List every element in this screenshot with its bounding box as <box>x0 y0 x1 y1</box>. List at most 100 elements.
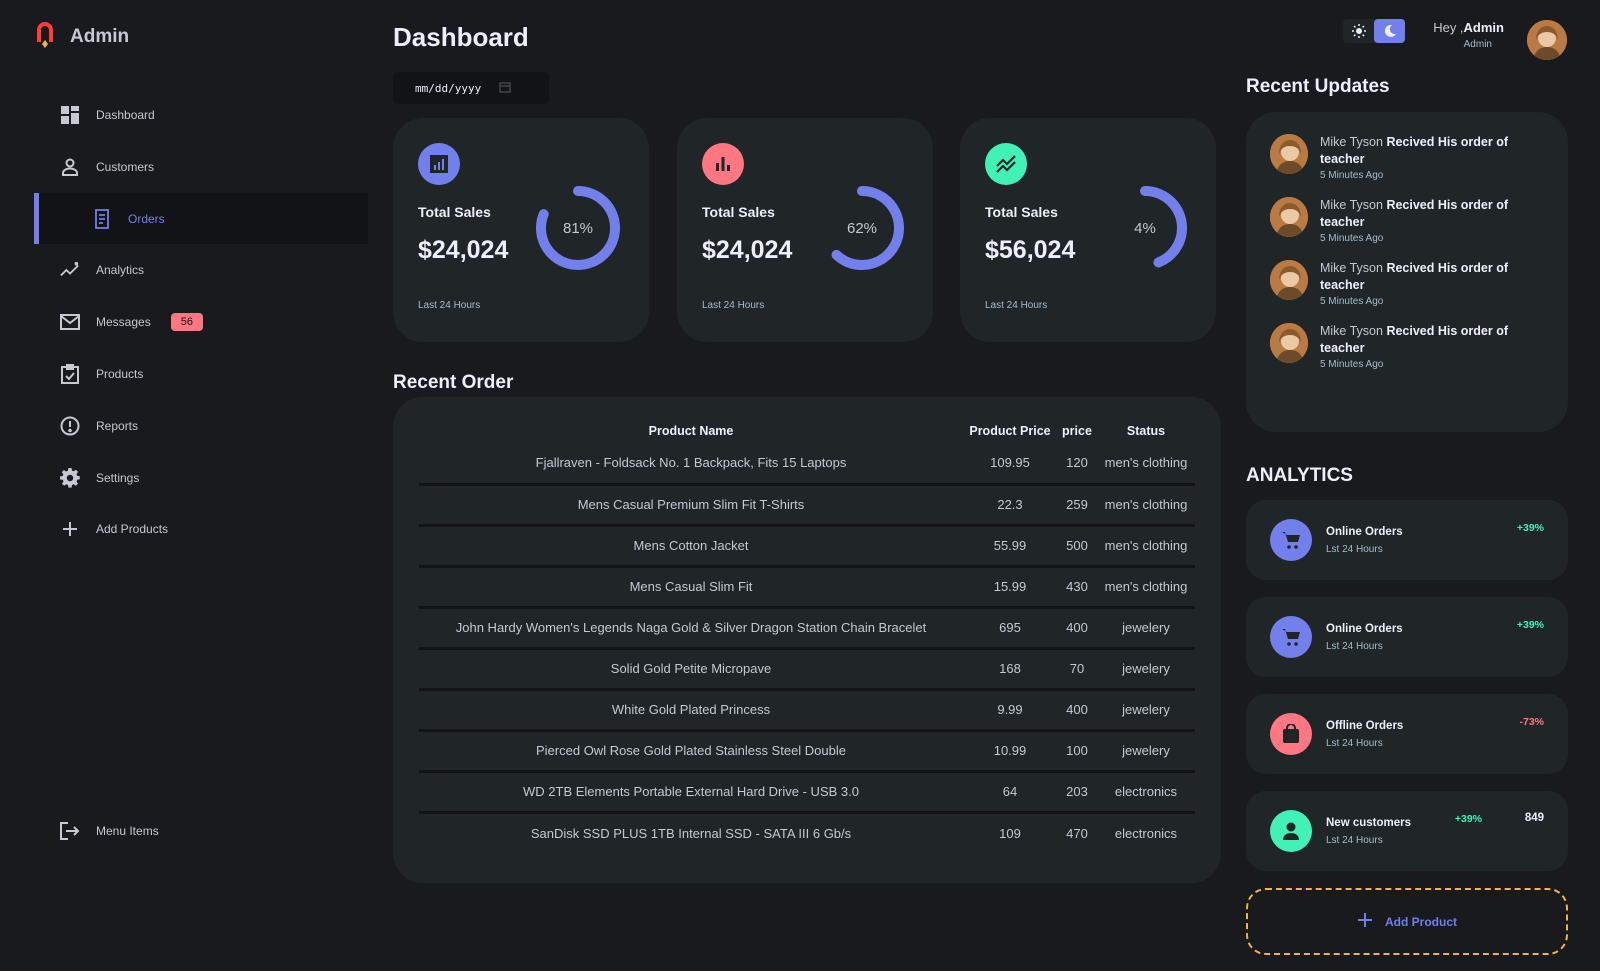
card-percent: 4% <box>1134 219 1156 237</box>
sidebar-item-label: Dashboard <box>96 107 155 122</box>
table-row[interactable]: White Gold Plated Princess 9.99 400 jeweler… <box>419 689 1195 732</box>
update-time: 5 Minutes Ago <box>1319 170 1384 181</box>
avatar <box>1270 323 1308 363</box>
sales-card: Total Sales $56,024 4% Last 24 Hours <box>960 118 1216 342</box>
recent-updates-title: Recent Updates <box>1246 76 1390 97</box>
card-foot: Last 24 Hours <box>418 300 481 311</box>
status-cell: men's clothing <box>1097 566 1195 609</box>
price-cell: 120 <box>1057 443 1097 486</box>
analytics-card-percent: +39% <box>1516 522 1544 534</box>
product-name-cell: John Hardy Women's Legends Naga Gold & S… <box>419 607 963 650</box>
status-cell: jewelery <box>1097 648 1195 691</box>
product-name-cell: Fjallraven - Foldsack No. 1 Backpack, Fi… <box>419 443 963 486</box>
table-row[interactable]: Mens Casual Slim Fit 15.99 430 men's clothi… <box>419 566 1195 609</box>
brand[interactable]: Admin <box>34 20 129 53</box>
status-cell: jewelery <box>1097 689 1195 732</box>
price-cell: 430 <box>1057 566 1097 609</box>
status-cell: men's clothing <box>1097 525 1195 568</box>
update-user-name: Mike Tyson <box>1319 261 1383 275</box>
cart-icon <box>1270 519 1312 561</box>
analytics-card[interactable]: Online Orders Lst 24 Hours +39% <box>1246 597 1568 677</box>
sidebar-item-messages[interactable]: Messages 56 <box>34 296 368 347</box>
calendar-icon[interactable] <box>499 81 511 96</box>
insights-icon <box>60 260 80 280</box>
sidebar-item-products[interactable]: Products <box>34 348 368 399</box>
update-text: Mike Tyson Recived His order of teacher <box>1320 197 1544 231</box>
table-row[interactable]: Mens Casual Premium Slim Fit T-Shirts 22.… <box>419 484 1195 527</box>
update-user-name: Mike Tyson <box>1319 135 1383 149</box>
avatar[interactable] <box>1527 20 1567 60</box>
table-row[interactable]: SanDisk SSD PLUS 1TB Internal SSD - SATA… <box>419 812 1195 853</box>
avatar <box>1270 260 1308 300</box>
status-cell: jewelery <box>1097 730 1195 773</box>
product-name-cell: White Gold Plated Princess <box>419 689 963 732</box>
mail-icon <box>60 312 80 332</box>
price-cell: 400 <box>1057 689 1097 732</box>
product-name-cell: SanDisk SSD PLUS 1TB Internal SSD - SATA… <box>530 825 852 841</box>
status-cell: men's clothing <box>1097 443 1195 486</box>
moon-icon[interactable] <box>1374 19 1405 43</box>
sidebar-item-customers[interactable]: Customers <box>34 141 368 192</box>
update-item[interactable]: Mike Tyson Recived His order of teacher 5… <box>1270 323 1544 370</box>
card-foot: Last 24 Hours <box>985 300 1048 311</box>
sidebar-item-dashboard[interactable]: Dashboard <box>34 89 368 140</box>
sidebar-item-label: Reports <box>96 418 139 433</box>
product-name-cell: Mens Casual Premium Slim Fit T-Shirts <box>419 484 963 527</box>
sidebar-item-reports[interactable]: Reports <box>34 400 368 451</box>
table-row[interactable]: Fjallraven - Foldsack No. 1 Backpack, Fi… <box>419 443 1195 486</box>
card-percent: 62% <box>846 219 878 237</box>
update-item[interactable]: Mike Tyson Recived His order of teacher 5… <box>1270 134 1544 181</box>
sidebar-item-add-products[interactable]: Add Products <box>34 503 368 554</box>
analytics-card[interactable]: Online Orders Lst 24 Hours +39% <box>1246 500 1568 580</box>
sidebar-item-analytics[interactable]: Analytics <box>34 244 368 295</box>
theme-toggle[interactable] <box>1343 19 1405 43</box>
analytics-icon <box>418 143 460 185</box>
user-info: Hey ,Admin Admin <box>1424 20 1504 50</box>
table-row[interactable]: Solid Gold Petite Micropave 168 70 jewelery <box>419 648 1195 691</box>
update-text: Mike Tyson Recived His order of teacher <box>1320 134 1544 168</box>
sidebar-item-label: Menu Items <box>96 823 159 838</box>
analytics-card-percent: -73% <box>1519 716 1544 728</box>
date-input[interactable]: mm/dd/yyyy <box>393 72 549 104</box>
product-name-cell: Mens Casual Slim Fit <box>419 566 963 609</box>
sidebar-item-orders[interactable]: Orders <box>34 193 368 244</box>
sun-icon[interactable] <box>1343 19 1374 43</box>
update-text: Mike Tyson Recived His order of teacher <box>1320 260 1544 294</box>
sidebar-item-logout[interactable]: Menu Items <box>34 805 368 856</box>
add-product-button[interactable]: Add Product <box>1246 888 1568 955</box>
avatar <box>1270 134 1308 174</box>
product-price-cell: 109.95 <box>963 443 1057 486</box>
update-user-name: Mike Tyson <box>1319 198 1383 212</box>
sidebar-item-label: Orders <box>128 211 165 226</box>
analytics-card-sub: Lst 24 Hours <box>1326 543 1383 555</box>
logo-icon <box>34 20 56 53</box>
status-cell: men's clothing <box>1097 484 1195 527</box>
bar-chart-icon <box>702 143 744 185</box>
price-cell: 400 <box>1057 607 1097 650</box>
sidebar-item-settings[interactable]: Settings <box>34 452 368 503</box>
update-item[interactable]: Mike Tyson Recived His order of teacher 5… <box>1270 260 1544 307</box>
messages-count-badge: 56 <box>170 312 203 331</box>
brand-title: Admin <box>70 25 130 47</box>
price-cell: 100 <box>1057 730 1097 773</box>
column-header: Product Name <box>648 424 734 438</box>
analytics-card[interactable]: Offline Orders Lst 24 Hours -73% <box>1246 694 1568 774</box>
person-icon <box>60 157 80 177</box>
product-price-cell: 168 <box>963 648 1057 691</box>
price-cell: 470 <box>1066 825 1088 841</box>
table-header-row: Product Name Product Price price Status <box>419 419 1195 443</box>
table-row[interactable]: Pierced Owl Rose Gold Plated Stainless S… <box>419 730 1195 773</box>
product-price-cell: 15.99 <box>963 566 1057 609</box>
sidebar: Admin Dashboard Customers Orders Analyti… <box>0 0 368 971</box>
table-row[interactable]: WD 2TB Elements Portable External Hard D… <box>419 771 1195 814</box>
table-row[interactable]: John Hardy Women's Legends Naga Gold & S… <box>419 607 1195 650</box>
update-item[interactable]: Mike Tyson Recived His order of teacher 5… <box>1270 197 1544 244</box>
plus-icon <box>60 519 80 539</box>
report-icon <box>60 416 80 436</box>
product-name-cell: WD 2TB Elements Portable External Hard D… <box>419 771 963 814</box>
inventory-icon <box>60 363 80 384</box>
table-row[interactable]: Mens Cotton Jacket 55.99 500 men's clothing <box>419 525 1195 568</box>
product-price-cell: 10.99 <box>963 730 1057 773</box>
analytics-card[interactable]: New customers Lst 24 Hours +39% 849 <box>1246 791 1568 871</box>
analytics-card-title: Offline Orders <box>1326 719 1404 732</box>
